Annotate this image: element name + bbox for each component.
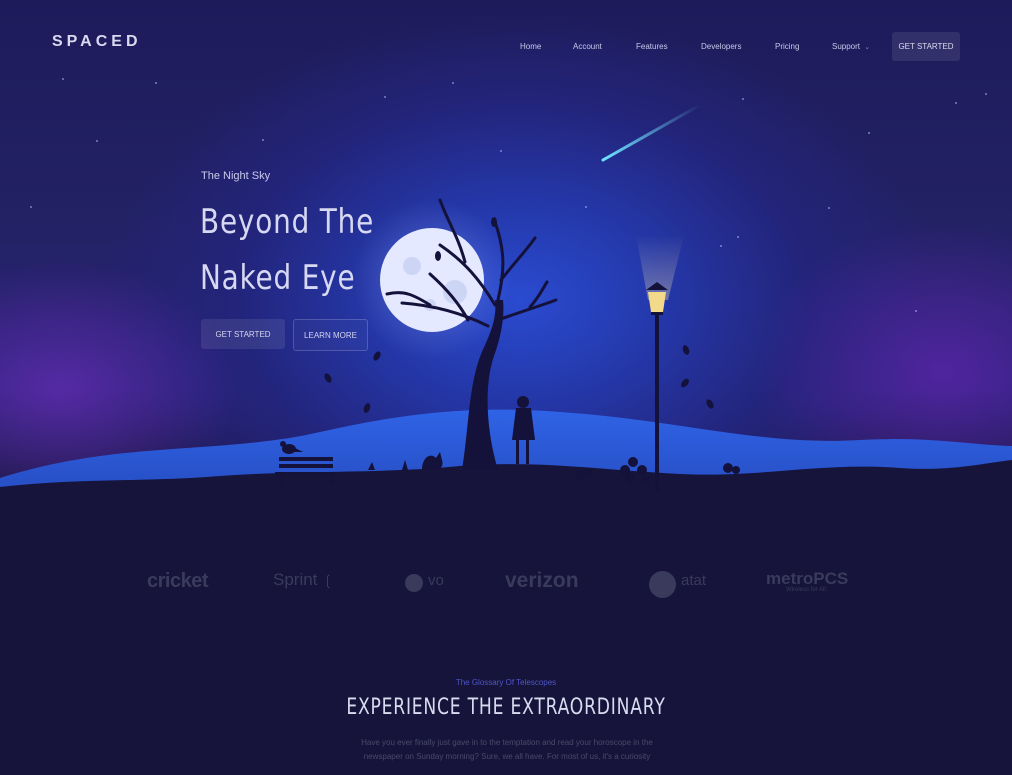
nav-item-account[interactable]: Account [573,42,602,51]
partner-logos: cricket Sprint ❲ vo verizon atat metroPC… [0,566,1012,598]
page: SPACED Home Account Features Developers … [0,0,1012,775]
vo-logo: vo [428,572,444,589]
sprint-logo: Sprint ❲ [273,570,334,590]
night-scene-illustration [0,103,1012,775]
sprint-logo-text: Sprint [273,570,318,589]
cricket-logo: cricket [147,570,209,592]
hero-eyebrow: The Night Sky [201,170,271,182]
nav-get-started-button[interactable]: GET STARTED [892,32,960,61]
vo-circle-icon [405,574,423,592]
section-title: EXPERIENCE THE EXTRAORDINARY [346,695,666,720]
brand-logo[interactable]: SPACED [52,33,142,51]
hero-learn-more-button[interactable]: LEARN MORE [293,319,368,351]
section-body: Have you ever finally just gave in to th… [361,738,653,761]
nav-item-developers[interactable]: Developers [701,42,741,51]
lamp-light-beam [636,235,684,300]
hero-get-started-button[interactable]: GET STARTED [201,319,285,349]
sprint-wing-icon: ❲ [322,572,334,588]
att-globe-icon [649,571,676,598]
metropcs-logo: metroPCS [766,569,849,588]
dark-ground [0,460,1012,775]
chevron-down-icon: ⌄ [864,44,871,51]
moon-icon [352,200,512,360]
nav-item-support[interactable]: Support ⌄ [832,42,870,51]
nav-item-features[interactable]: Features [636,42,668,51]
metropcs-tagline: Wireless for All. [786,587,828,593]
att-logo: atat [681,572,707,589]
hero-headline-line1: Beyond The [200,202,375,242]
shooting-star-icon [601,103,702,162]
hero-headline-line2: Naked Eye [200,258,356,298]
hero-headline: Beyond The Naked Eye [200,194,374,306]
verizon-logo: verizon [505,569,579,592]
nav-item-support-label: Support [832,42,861,51]
nav-item-home[interactable]: Home [520,42,541,51]
nav-item-pricing[interactable]: Pricing [775,42,799,51]
section-eyebrow: The Glossary Of Telescopes [455,678,557,687]
